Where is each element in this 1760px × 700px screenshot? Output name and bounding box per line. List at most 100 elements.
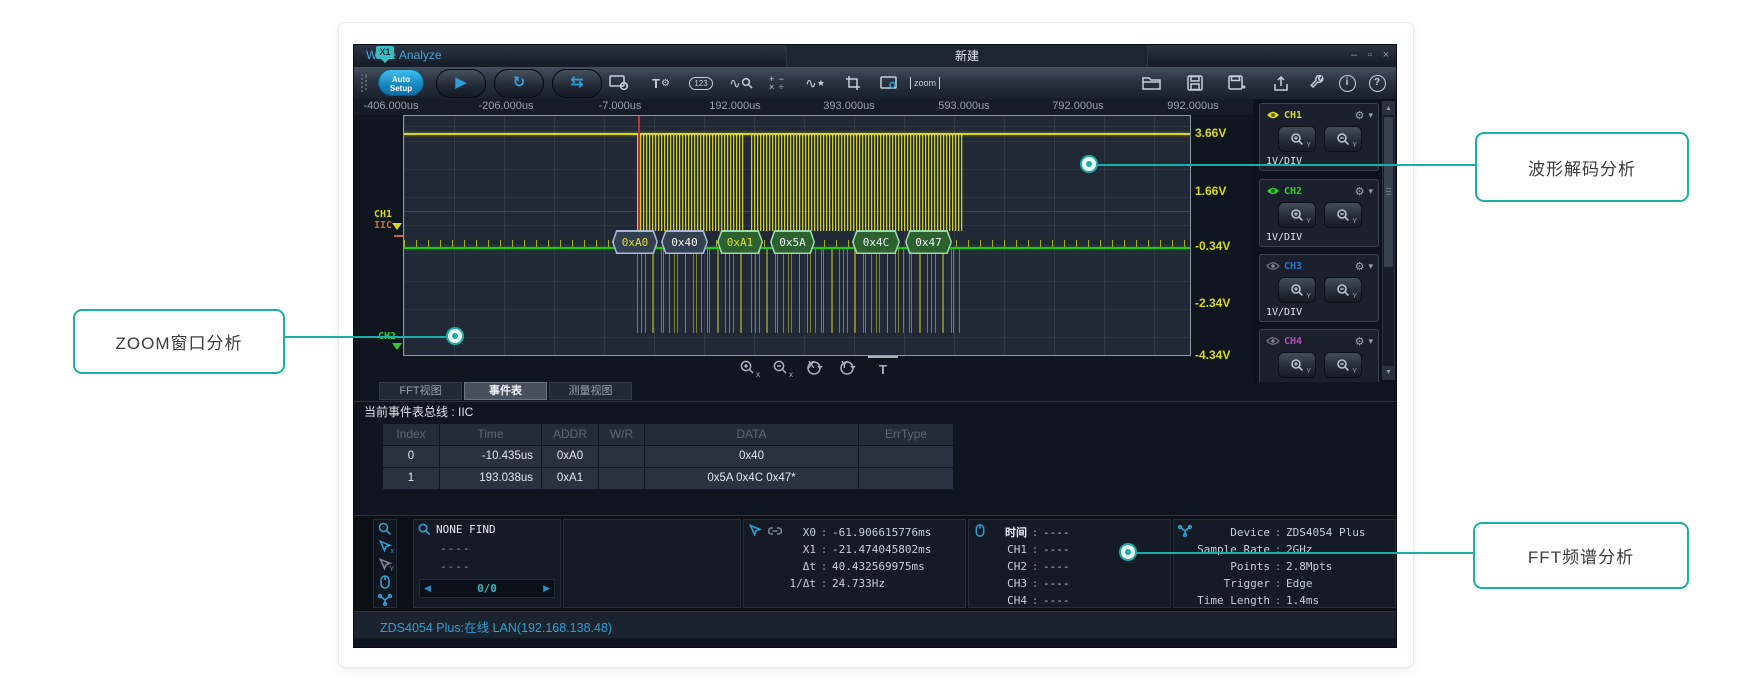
zoom-in-x-button[interactable]: x — [736, 357, 760, 379]
ch1-scale-up-button[interactable]: Y — [1278, 126, 1316, 152]
chevron-down-icon[interactable]: ▾ — [1368, 261, 1373, 272]
export-button[interactable] — [1266, 71, 1296, 95]
toolbar-grip[interactable] — [361, 74, 368, 92]
waveform-search-button[interactable]: ∿ — [726, 71, 756, 95]
scroll-up-arrow[interactable]: ▲ — [1383, 102, 1394, 115]
zoom-tool-button[interactable]: zoom — [910, 71, 940, 95]
screen-dot-icon — [880, 75, 898, 91]
channel-name[interactable]: CH1 — [1284, 110, 1302, 121]
gear-icon[interactable]: ⚙ — [1355, 335, 1365, 348]
info-button[interactable]: i — [1332, 71, 1362, 95]
eye-icon[interactable] — [1266, 110, 1280, 120]
channel-card-ch3: CH3 ⚙ ▾ Y Y 1V/DIV — [1259, 254, 1379, 322]
floppy-icon — [1187, 75, 1203, 91]
protocol-window-button[interactable] — [874, 71, 904, 95]
pager-next-icon[interactable]: ▶ — [543, 583, 550, 594]
decode-frame[interactable]: 0x5A — [770, 230, 815, 254]
measure-row: X1:-21.474045802ms — [744, 541, 965, 558]
tab-fft-view[interactable]: FFT视图 — [379, 382, 462, 400]
scrollbar-thumb[interactable] — [1384, 117, 1393, 267]
ch2-ground-marker[interactable] — [392, 343, 402, 355]
ch2-scale-down-button[interactable]: Y — [1324, 202, 1362, 228]
channel-name[interactable]: CH2 — [1284, 186, 1302, 197]
decode-frame[interactable]: 0x4C — [852, 230, 900, 254]
channel-name[interactable]: CH3 — [1284, 261, 1302, 272]
table-row[interactable]: 1 193.038us 0xA1 0x5A 0x4C 0x47* — [383, 468, 953, 489]
ch4-scale-up-button[interactable]: Y — [1278, 352, 1316, 378]
reference-wave-button[interactable]: ∿★ — [800, 71, 830, 95]
maximize-button[interactable]: ▫ — [1362, 48, 1378, 63]
reset-y-button[interactable]: Y — [835, 357, 859, 379]
help-button[interactable]: ? — [1362, 71, 1392, 95]
trigger-settings-button[interactable]: T⚙ — [646, 71, 676, 95]
branch-icon[interactable] — [377, 592, 393, 607]
search-status: NONE FIND — [436, 523, 496, 536]
document-tab[interactable]: 新建 — [786, 45, 1148, 67]
gear-icon[interactable]: ⚙ — [1355, 260, 1365, 273]
search-icon — [418, 523, 431, 536]
channel-card-ch1: CH1 ⚙ ▾ Y Y 1V/DIV — [1259, 103, 1379, 171]
ch3-scale-down-button[interactable]: Y — [1324, 277, 1362, 303]
ch2-scale-up-button[interactable]: Y — [1278, 202, 1316, 228]
gear-icon[interactable]: ⚙ — [1355, 185, 1365, 198]
decode-frame[interactable]: 0xA0 — [612, 230, 658, 254]
ch1-scale-down-button[interactable]: Y — [1324, 126, 1362, 152]
display-settings-button[interactable] — [604, 71, 634, 95]
math-button[interactable]: + −× ÷ — [762, 71, 792, 95]
ch3-scale-up-button[interactable]: Y — [1278, 277, 1316, 303]
utilities-button[interactable] — [1302, 71, 1332, 95]
transfer-button[interactable]: ⇆ — [552, 69, 602, 98]
zoom-out-x-button[interactable]: x — [769, 357, 793, 379]
ch1-ground-marker[interactable] — [392, 223, 402, 235]
cursor-x-icon[interactable]: x — [377, 540, 393, 555]
chevron-down-icon[interactable]: ▾ — [1368, 186, 1373, 197]
run-button[interactable]: ▶ — [436, 69, 486, 98]
decode-frame[interactable]: 0xA1 — [717, 230, 763, 254]
reset-x-button[interactable]: X — [802, 357, 826, 379]
gear-icon[interactable]: ⚙ — [1355, 109, 1365, 122]
channel-panel-scrollbar[interactable]: ▲ ▼ — [1382, 101, 1395, 380]
waveform-plot[interactable]: 0xA0 0x40 0xA1 0x5A 0x4C 0x47 — [403, 115, 1191, 356]
tab-event-table[interactable]: 事件表 — [464, 382, 547, 400]
pager-prev-icon[interactable]: ◀ — [424, 583, 431, 594]
empty-panel — [563, 519, 741, 608]
zoom-brackets-icon: zoom — [910, 77, 940, 89]
chevron-down-icon[interactable]: ▾ — [1368, 336, 1373, 347]
search-line: ---- — [440, 542, 471, 555]
magnifier-plus-icon — [1290, 208, 1305, 223]
continuous-run-button[interactable]: ↻ — [494, 69, 544, 98]
cursor-y-icon[interactable]: Y — [377, 557, 393, 572]
voltage-tick: 1.66V — [1195, 184, 1226, 198]
eye-icon[interactable] — [1266, 186, 1280, 196]
time-tick: 593.000us — [938, 100, 989, 112]
voltage-tick: -2.34V — [1195, 296, 1230, 310]
search-icon[interactable] — [377, 522, 393, 537]
table-row[interactable]: 0 -10.435us 0xA0 0x40 — [383, 446, 953, 467]
close-button[interactable]: × — [1378, 48, 1394, 63]
scroll-down-arrow[interactable]: ▼ — [1383, 366, 1394, 379]
tab-measure-view[interactable]: 测量视图 — [549, 382, 632, 400]
minimize-button[interactable]: – — [1346, 48, 1362, 63]
trigger-level-button[interactable]: T — [868, 356, 898, 380]
open-file-button[interactable] — [1136, 71, 1166, 95]
chevron-down-icon[interactable]: ▾ — [1368, 110, 1373, 121]
eye-icon[interactable] — [1266, 336, 1280, 346]
decode-numeric-button[interactable]: 123 — [686, 71, 716, 95]
wave-icon: ∿ — [805, 75, 817, 92]
mouse-icon[interactable] — [377, 575, 393, 590]
save-button[interactable] — [1180, 71, 1210, 95]
auto-setup-button[interactable]: Auto Setup — [378, 69, 424, 96]
decode-frame[interactable]: 0x47 — [905, 230, 952, 254]
x1-cursor-badge[interactable]: X1 — [376, 46, 394, 59]
channel-name[interactable]: CH4 — [1284, 336, 1302, 347]
callout-dot — [1080, 155, 1098, 173]
save-as-button[interactable] — [1222, 71, 1252, 95]
eye-icon[interactable] — [1266, 261, 1280, 271]
decode-frame[interactable]: 0x40 — [661, 230, 708, 254]
crop-button[interactable] — [838, 71, 868, 95]
bottom-status-panels: x Y NONE FIND ---- ---- ◀ 0/0 ▶ — [354, 515, 1397, 612]
magnifier-minus-icon — [1336, 358, 1351, 373]
ch4-scale-down-button[interactable]: Y — [1324, 352, 1362, 378]
ch2-scale-label: 1V/DIV — [1266, 232, 1302, 243]
folder-icon — [1142, 75, 1161, 91]
